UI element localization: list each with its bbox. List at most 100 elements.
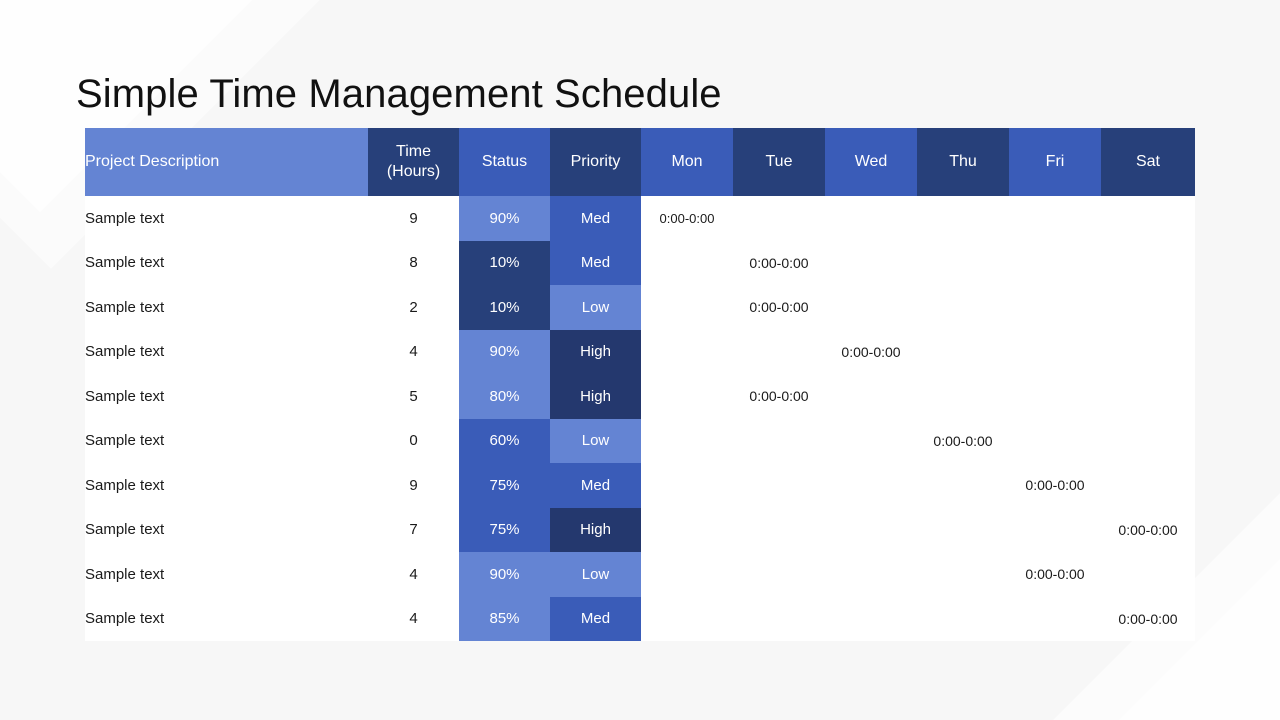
cell-day-thu[interactable] — [917, 329, 1009, 374]
column-header-priority[interactable]: Priority — [550, 128, 641, 196]
cell-priority[interactable]: Low — [550, 285, 641, 330]
cell-day-tue[interactable] — [733, 507, 825, 552]
cell-status[interactable]: 75% — [459, 507, 550, 552]
cell-status[interactable]: 60% — [459, 418, 550, 463]
cell-day-fri[interactable] — [1009, 196, 1101, 241]
cell-hours[interactable]: 4 — [368, 552, 459, 597]
cell-day-mon[interactable] — [641, 240, 733, 285]
cell-day-mon[interactable] — [641, 596, 733, 641]
cell-day-tue[interactable]: 0:00-0:00 — [733, 285, 825, 330]
cell-day-tue[interactable]: 0:00-0:00 — [733, 240, 825, 285]
column-header-hours[interactable]: Time (Hours) — [368, 128, 459, 196]
cell-description[interactable]: Sample text — [85, 329, 368, 374]
cell-hours[interactable]: 4 — [368, 596, 459, 641]
cell-hours[interactable]: 5 — [368, 374, 459, 419]
cell-day-tue[interactable] — [733, 418, 825, 463]
cell-day-sat[interactable] — [1101, 285, 1195, 330]
cell-day-sat[interactable] — [1101, 463, 1195, 508]
cell-priority[interactable]: Med — [550, 596, 641, 641]
cell-day-sat[interactable]: 0:00-0:00 — [1101, 507, 1195, 552]
cell-day-tue[interactable]: 0:00-0:00 — [733, 374, 825, 419]
cell-day-sat[interactable] — [1101, 240, 1195, 285]
cell-day-mon[interactable] — [641, 329, 733, 374]
cell-day-thu[interactable] — [917, 463, 1009, 508]
cell-day-wed[interactable] — [825, 374, 917, 419]
cell-day-fri[interactable] — [1009, 240, 1101, 285]
cell-day-mon[interactable] — [641, 418, 733, 463]
cell-day-tue[interactable] — [733, 552, 825, 597]
cell-day-sat[interactable] — [1101, 329, 1195, 374]
cell-day-mon[interactable] — [641, 285, 733, 330]
cell-hours[interactable]: 2 — [368, 285, 459, 330]
cell-hours[interactable]: 9 — [368, 463, 459, 508]
cell-day-mon[interactable] — [641, 552, 733, 597]
cell-status[interactable]: 10% — [459, 240, 550, 285]
cell-day-fri[interactable] — [1009, 374, 1101, 419]
column-header-status[interactable]: Status — [459, 128, 550, 196]
cell-day-mon[interactable] — [641, 507, 733, 552]
column-header-sat[interactable]: Sat — [1101, 128, 1195, 196]
cell-hours[interactable]: 8 — [368, 240, 459, 285]
cell-hours[interactable]: 7 — [368, 507, 459, 552]
cell-priority[interactable]: Med — [550, 196, 641, 241]
cell-description[interactable]: Sample text — [85, 240, 368, 285]
cell-hours[interactable]: 4 — [368, 329, 459, 374]
cell-status[interactable]: 90% — [459, 329, 550, 374]
cell-description[interactable]: Sample text — [85, 463, 368, 508]
cell-description[interactable]: Sample text — [85, 374, 368, 419]
cell-day-wed[interactable]: 0:00-0:00 — [825, 329, 917, 374]
cell-day-mon[interactable]: 0:00-0:00 — [641, 196, 733, 241]
cell-priority[interactable]: High — [550, 329, 641, 374]
cell-day-fri[interactable]: 0:00-0:00 — [1009, 463, 1101, 508]
cell-day-thu[interactable] — [917, 374, 1009, 419]
cell-day-fri[interactable]: 0:00-0:00 — [1009, 552, 1101, 597]
cell-day-sat[interactable] — [1101, 552, 1195, 597]
cell-day-thu[interactable] — [917, 240, 1009, 285]
cell-hours[interactable]: 9 — [368, 196, 459, 241]
cell-day-tue[interactable] — [733, 329, 825, 374]
cell-day-thu[interactable] — [917, 196, 1009, 241]
cell-day-wed[interactable] — [825, 418, 917, 463]
cell-description[interactable]: Sample text — [85, 552, 368, 597]
column-header-tue[interactable]: Tue — [733, 128, 825, 196]
column-header-thu[interactable]: Thu — [917, 128, 1009, 196]
cell-day-fri[interactable] — [1009, 418, 1101, 463]
cell-day-wed[interactable] — [825, 463, 917, 508]
cell-day-fri[interactable] — [1009, 329, 1101, 374]
cell-day-thu[interactable] — [917, 596, 1009, 641]
cell-status[interactable]: 90% — [459, 196, 550, 241]
cell-day-tue[interactable] — [733, 196, 825, 241]
cell-status[interactable]: 85% — [459, 596, 550, 641]
column-header-wed[interactable]: Wed — [825, 128, 917, 196]
cell-day-sat[interactable]: 0:00-0:00 — [1101, 596, 1195, 641]
cell-day-wed[interactable] — [825, 596, 917, 641]
cell-status[interactable]: 80% — [459, 374, 550, 419]
cell-description[interactable]: Sample text — [85, 285, 368, 330]
cell-day-wed[interactable] — [825, 507, 917, 552]
cell-day-wed[interactable] — [825, 196, 917, 241]
cell-day-sat[interactable] — [1101, 418, 1195, 463]
cell-day-thu[interactable] — [917, 552, 1009, 597]
cell-description[interactable]: Sample text — [85, 196, 368, 241]
cell-hours[interactable]: 0 — [368, 418, 459, 463]
cell-day-thu[interactable]: 0:00-0:00 — [917, 418, 1009, 463]
cell-day-sat[interactable] — [1101, 196, 1195, 241]
cell-day-thu[interactable] — [917, 285, 1009, 330]
cell-day-fri[interactable] — [1009, 596, 1101, 641]
cell-priority[interactable]: Low — [550, 418, 641, 463]
column-header-fri[interactable]: Fri — [1009, 128, 1101, 196]
cell-day-mon[interactable] — [641, 374, 733, 419]
cell-status[interactable]: 10% — [459, 285, 550, 330]
cell-priority[interactable]: Low — [550, 552, 641, 597]
cell-day-sat[interactable] — [1101, 374, 1195, 419]
column-header-description[interactable]: Project Description — [85, 128, 368, 196]
cell-status[interactable]: 90% — [459, 552, 550, 597]
cell-status[interactable]: 75% — [459, 463, 550, 508]
cell-day-fri[interactable] — [1009, 507, 1101, 552]
cell-day-wed[interactable] — [825, 285, 917, 330]
cell-description[interactable]: Sample text — [85, 596, 368, 641]
cell-priority[interactable]: Med — [550, 240, 641, 285]
column-header-mon[interactable]: Mon — [641, 128, 733, 196]
cell-day-fri[interactable] — [1009, 285, 1101, 330]
cell-day-tue[interactable] — [733, 463, 825, 508]
